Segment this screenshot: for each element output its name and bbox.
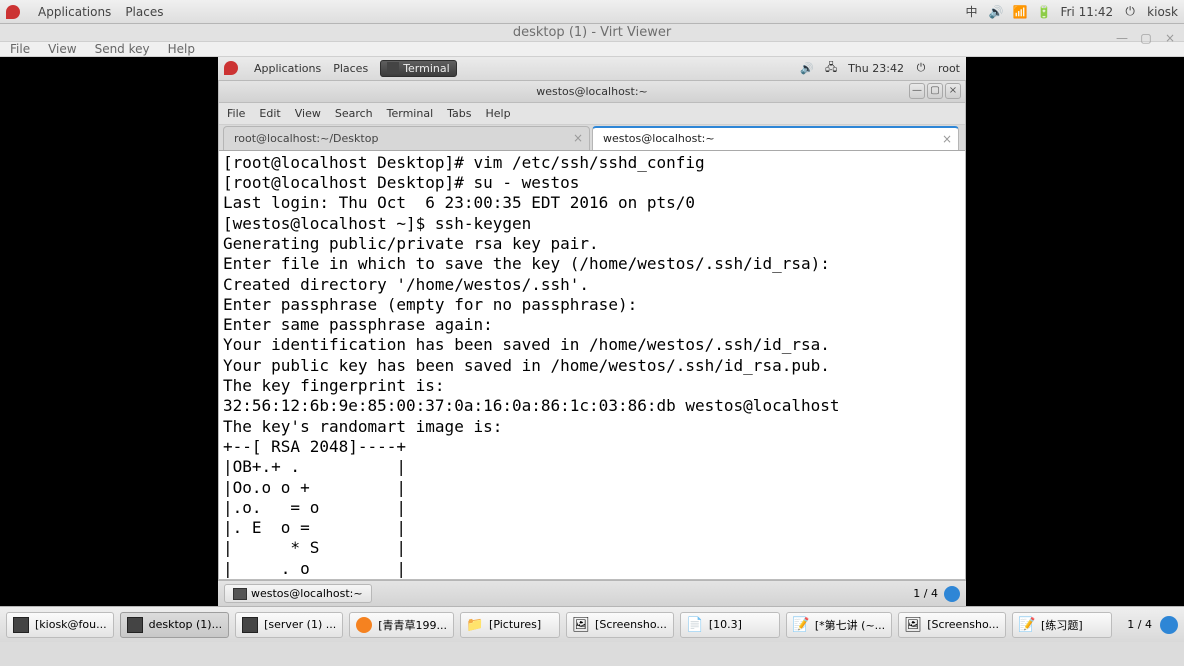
inner-user-menu[interactable]: root [938,62,960,75]
inner-task-terminal[interactable]: Terminal [380,60,457,77]
terminal-tab-label: root@localhost:~/Desktop [234,132,378,145]
inner-task-terminal-label: Terminal [403,62,450,75]
outer-taskbar-entry-label: [Screensho... [595,618,667,631]
terminal-menubar: File Edit View Search Terminal Tabs Help [219,103,965,125]
terminal-close-button[interactable]: × [945,83,961,99]
battery-icon[interactable]: 🔋 [1036,5,1050,19]
guest-desktop: Applications Places Terminal 🔊 🖧 Thu 23:… [218,57,966,606]
inner-power-icon[interactable]: ⏻ [914,61,928,75]
img-icon [573,617,589,633]
terminal-menu-edit[interactable]: Edit [259,107,280,120]
terminal-menu-search[interactable]: Search [335,107,373,120]
outer-taskbar-entry[interactable]: [练习题] [1012,612,1112,638]
terminal-icon [233,588,247,600]
outer-user-menu[interactable]: kiosk [1147,5,1178,19]
terminal-minimize-button[interactable]: — [909,83,925,99]
inner-applications-menu[interactable]: Applications [254,62,321,75]
outer-taskbar-entry-label: [Pictures] [489,618,541,631]
outer-taskbar-entry[interactable]: [*第七讲 (~... [786,612,892,638]
outer-clock[interactable]: Fri 11:42 [1060,5,1113,19]
virt-menu-file[interactable]: File [10,42,30,56]
terminal-title: westos@localhost:~ [536,85,648,98]
outer-places-menu[interactable]: Places [125,5,163,19]
terminal-menu-terminal[interactable]: Terminal [387,107,434,120]
ime-indicator-icon[interactable]: 中 [964,3,978,20]
virt-menu-help[interactable]: Help [168,42,195,56]
gedit-icon [793,617,809,633]
outer-workspace-indicator: 1 / 4 [1127,618,1152,631]
terminal-body[interactable]: [root@localhost Desktop]# vim /etc/ssh/s… [219,151,965,579]
wifi-icon[interactable]: 📶 [1012,5,1026,19]
gedit-icon [1019,617,1035,633]
virt-menu-view[interactable]: View [48,42,76,56]
terminal-maximize-button[interactable]: ▢ [927,83,943,99]
inner-places-menu[interactable]: Places [333,62,368,75]
virt-maximize-button[interactable]: ▢ [1138,30,1154,46]
outer-taskbar-entry[interactable]: [Pictures] [460,612,560,638]
terminal-tab[interactable]: root@localhost:~/Desktop × [223,126,590,150]
virt-titlebar: desktop (1) - Virt Viewer — ▢ × [0,24,1184,42]
outer-taskbar-entry-label: [kiosk@fou... [35,618,107,631]
terminal-window: westos@localhost:~ — ▢ × File Edit View … [218,81,966,580]
virt-menubar: File View Send key Help [0,42,1184,57]
terminal-titlebar: westos@localhost:~ — ▢ × [219,81,965,103]
inner-taskbar-entry-label: westos@localhost:~ [251,587,363,600]
terminal-menu-file[interactable]: File [227,107,245,120]
inner-fedora-icon [224,61,238,75]
guest-black-left [0,57,218,606]
outer-taskbar-entry[interactable]: [青青草199... [349,612,454,638]
outer-taskbar-entry-label: [server (1) ... [264,618,336,631]
outer-taskbar-entry-label: [10.3] [709,618,742,631]
terminal-tab[interactable]: westos@localhost:~ × [592,126,959,150]
inner-volume-icon[interactable]: 🔊 [800,62,814,75]
outer-taskbar-entry[interactable]: desktop (1)... [120,612,229,638]
inner-workspace-indicator: 1 / 4 [913,587,938,600]
tab-close-icon[interactable]: × [573,131,583,145]
outer-taskbar-entry-label: [练习题] [1041,617,1083,633]
terminal-menu-tabs[interactable]: Tabs [447,107,471,120]
terminal-menu-view[interactable]: View [295,107,321,120]
outer-applications-menu[interactable]: Applications [38,5,111,19]
inner-taskbar-entry[interactable]: westos@localhost:~ [224,584,372,603]
terminal-tab-label: westos@localhost:~ [603,132,715,145]
inner-topbar: Applications Places Terminal 🔊 🖧 Thu 23:… [218,57,966,81]
volume-icon[interactable]: 🔊 [988,5,1002,19]
power-icon[interactable]: ⏻ [1123,4,1137,19]
workspace-switcher-icon[interactable] [944,586,960,602]
terminal-menu-help[interactable]: Help [486,107,511,120]
guest-area: Applications Places Terminal 🔊 🖧 Thu 23:… [0,57,1184,606]
img-icon [905,617,921,633]
outer-topbar: Applications Places 中 🔊 📶 🔋 Fri 11:42 ⏻ … [0,0,1184,24]
outer-taskbar-entry-label: desktop (1)... [149,618,222,631]
outer-taskbar-entry[interactable]: [server (1) ... [235,612,343,638]
folder-icon [467,617,483,633]
term-icon [127,617,143,633]
term-icon [13,617,29,633]
virt-close-button[interactable]: × [1162,30,1178,46]
virt-title: desktop (1) - Virt Viewer [513,25,671,40]
virt-viewer-window: desktop (1) - Virt Viewer — ▢ × File Vie… [0,24,1184,606]
outer-taskbar-entry-label: [青青草199... [378,617,447,633]
outer-taskbar-entry[interactable]: [10.3] [680,612,780,638]
virt-menu-sendkey[interactable]: Send key [95,42,150,56]
virt-minimize-button[interactable]: — [1114,30,1130,46]
term-icon [242,617,258,633]
terminal-tabstrip: root@localhost:~/Desktop × westos@localh… [219,125,965,151]
outer-taskbar-entry[interactable]: [Screensho... [566,612,674,638]
guest-black-right [966,57,1184,606]
doc-icon [687,617,703,633]
fx-icon [356,617,372,633]
outer-taskbar-entry-label: [Screensho... [927,618,999,631]
workspace-switcher-icon[interactable] [1160,616,1178,634]
terminal-icon [387,62,399,74]
outer-bottombar: [kiosk@fou... desktop (1)... [server (1) .… [0,606,1184,642]
outer-taskbar-entry[interactable]: [kiosk@fou... [6,612,114,638]
tab-close-icon[interactable]: × [942,132,952,146]
outer-taskbar-entry-label: [*第七讲 (~... [815,617,885,633]
outer-taskbar-entry[interactable]: [Screensho... [898,612,1006,638]
inner-clock[interactable]: Thu 23:42 [848,62,904,75]
inner-network-icon[interactable]: 🖧 [824,59,838,78]
fedora-icon [6,5,20,19]
inner-bottombar: westos@localhost:~ 1 / 4 [218,580,966,606]
